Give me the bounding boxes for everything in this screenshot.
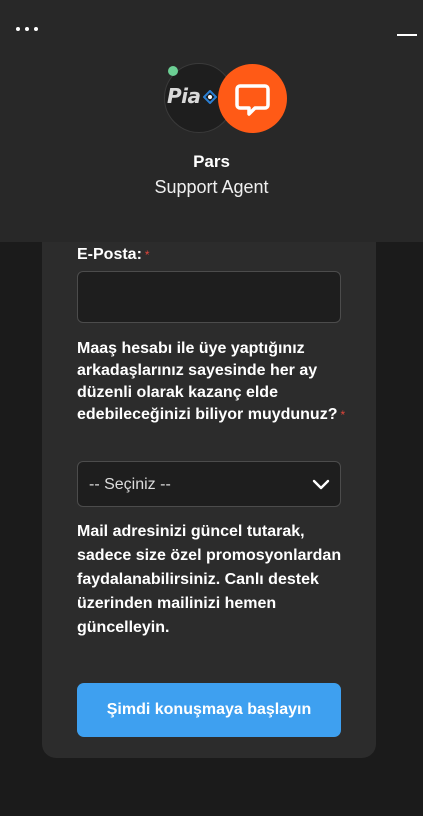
start-chat-button[interactable]: Şimdi konuşmaya başlayın [77,683,341,737]
select-value: -- Seçiniz -- [89,476,171,493]
question-label-text: Maaş hesabı ile üye yaptığınız arkadaşla… [77,340,338,423]
answer-select[interactable]: -- Seçiniz -- [77,461,341,507]
info-text: Mail adresinizi güncel tutarak, sadece s… [77,523,342,636]
agent-role: Support Agent [154,177,269,197]
email-label-text: E-Posta: [77,246,142,263]
brand-logo-mark-icon [203,90,217,104]
required-marker: * [340,408,346,422]
chat-header: Pia Pars Support Agent [0,0,423,242]
chevron-down-icon [312,479,330,490]
minimize-icon[interactable] [397,26,423,42]
agent-name: Pars [193,152,230,171]
question-label: Maaş hesabı ile üye yaptığınız arkadaşla… [77,338,347,426]
email-label: E-Posta: * [77,244,150,266]
chat-avatar [218,64,287,133]
online-status-dot [168,66,178,76]
required-marker: * [144,248,150,262]
email-input[interactable] [77,271,341,323]
brand-logo-text: Pia [167,84,201,108]
chat-bubble-icon [235,84,270,116]
more-options-icon[interactable] [16,22,46,36]
